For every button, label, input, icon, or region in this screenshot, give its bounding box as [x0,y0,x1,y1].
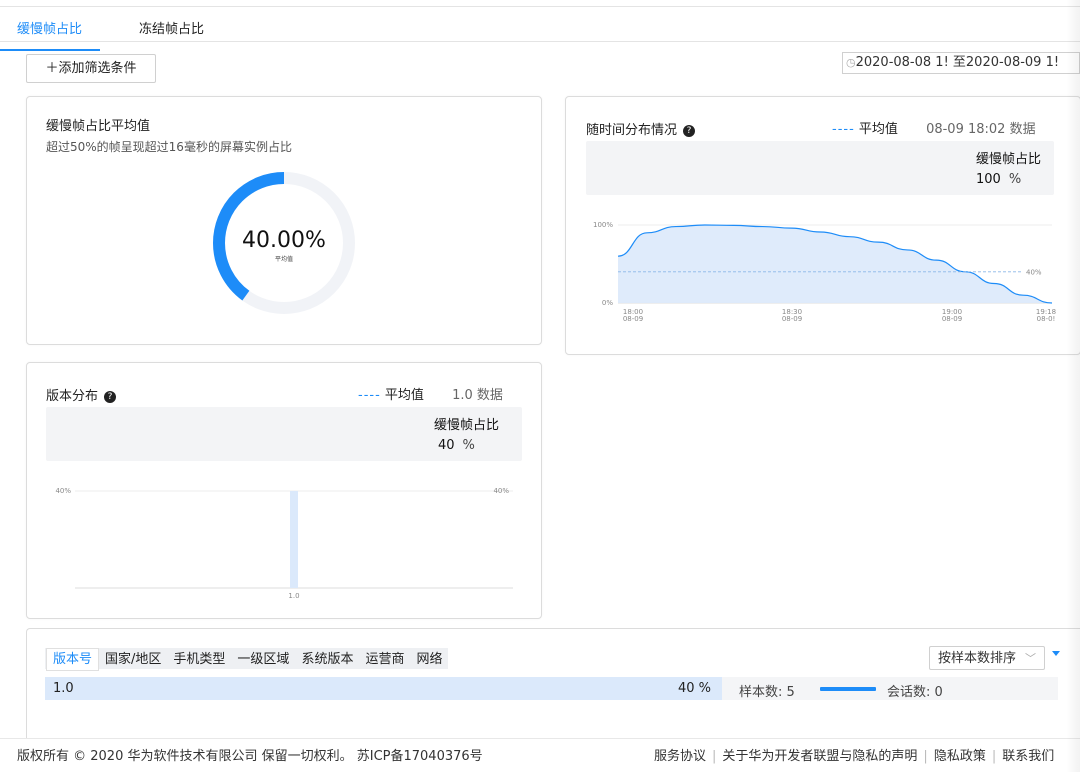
active-tab-indicator [0,49,100,51]
time-distribution-card: 随时间分布情况? ---- 平均值 08-09 18:02 数据 缓慢帧占比 1… [565,96,1080,355]
tooltip-value-unit: % [462,438,475,453]
help-icon[interactable]: ? [683,125,696,137]
dimension-tab[interactable]: 网络 [410,649,448,670]
y-tick-label: 100% [593,221,613,229]
metric-tabs: 缓慢帧占比 冻结帧占比 [0,10,1080,51]
average-dash-icon: ---- [832,122,855,137]
sort-selected-text: 按样本数排序 [938,651,1017,666]
date-range-picker[interactable]: ◷2020-08-08 1! 至2020-08-09 1! [842,52,1080,74]
scroll-edge [1066,0,1080,772]
dimension-tabs: 版本号 国家/地区 手机类型 一级区域 系统版本 运营商 网络 [45,648,449,671]
y-tick-label: 0% [602,299,613,307]
footer-link-terms[interactable]: 服务协议 [654,749,706,764]
chevron-down-icon: ﹀ [1025,652,1036,665]
sort-direction-icon[interactable] [1052,651,1060,656]
dimension-tab[interactable]: 国家/地区 [99,649,167,670]
version-card-title-text: 版本分布 [46,389,99,404]
average-card: 缓慢帧占比平均值 超过50%的帧呈现超过16毫秒的屏幕实例占比 40.00% 平… [26,96,542,345]
dimension-tab[interactable]: 版本号 [46,648,100,671]
version-tooltip-box: 缓慢帧占比 40% [46,407,522,461]
row-samples: 样本数: 5 [739,685,795,700]
x-tick-date: 08-0! [1037,315,1056,323]
footer-link-privacy-policy[interactable]: 隐私政策 [934,749,986,764]
version-bar-chart: 40% 40% 1.0 [55,487,513,600]
legend-average-label: 平均值 [858,122,898,137]
footer-copyright: 版权所有 © 2020 华为软件技术有限公司 保留一切权利。 苏ICP备1704… [17,749,483,764]
row-percent: 40 % [678,681,712,696]
version-card-meta: 1.0 数据 [452,388,503,403]
dimension-tab[interactable]: 一级区域 [231,649,295,670]
tooltip-metric-label: 缓慢帧占比 [976,152,1042,167]
average-card-subtitle: 超过50%的帧呈现超过16毫秒的屏幕实例占比 [46,140,292,154]
legend-average-label: 平均值 [384,388,424,403]
tab-slow-frames[interactable]: 缓慢帧占比 [17,18,82,37]
x-tick-label: 1.0 [288,592,299,600]
session-indicator-bar [820,687,876,691]
gauge-label: 平均值 [275,255,293,263]
average-card-title: 缓慢帧占比平均值 [46,119,151,134]
x-tick-date: 08-09 [782,315,802,323]
time-card-title-text: 随时间分布情况 [586,123,678,138]
tooltip-value-number: 40 [438,438,455,453]
y-tick-label: 40% [55,487,71,495]
table-row[interactable] [45,677,722,700]
version-legend: ---- 平均值 1.0 数据 [358,384,503,403]
tooltip-metric-value: 40% [438,438,475,453]
footer-links: 服务协议 | 关于华为开发者联盟与隐私的声明 | 隐私政策 | 联系我们 [654,749,1055,764]
time-card-title: 随时间分布情况? [586,119,696,138]
dimension-tab[interactable]: 手机类型 [167,649,231,670]
average-label: 40% [1026,268,1042,276]
x-tick-date: 08-09 [942,315,962,323]
help-icon[interactable]: ? [104,391,117,403]
row-version-name: 1.0 [53,681,74,696]
version-card-title: 版本分布? [46,385,117,404]
tooltip-value-unit: % [1008,172,1022,187]
date-range-text: 2020-08-08 1! 至2020-08-09 1! [855,55,1060,70]
dimension-tab[interactable]: 系统版本 [295,649,359,670]
add-filter-button[interactable]: ＋添加筛选条件 [26,54,156,83]
row-sessions: 会话数: 0 [887,685,943,700]
page-footer: 版权所有 © 2020 华为软件技术有限公司 保留一切权利。 苏ICP备1704… [0,738,1080,773]
time-legend: ---- 平均值 08-09 18:02 数据 [832,118,1036,137]
bar [290,491,298,588]
footer-link-privacy-statement[interactable]: 关于华为开发者联盟与隐私的声明 [722,749,917,764]
average-gauge: 40.00% 平均值 [213,172,355,314]
tooltip-metric-value: 100% [976,172,1021,187]
top-border [0,0,1080,7]
sort-select[interactable]: 按样本数排序 ﹀ [929,646,1045,670]
tooltip-metric-label: 缓慢帧占比 [434,418,500,433]
tab-frozen-frames[interactable]: 冻结帧占比 [139,18,204,37]
gauge-value: 40.00% [242,228,326,253]
tooltip-value-number: 100 [976,172,1001,187]
x-tick-date: 08-09 [623,315,643,323]
average-dash-icon: ---- [358,388,381,403]
clock-icon: ◷ [846,56,856,69]
time-tooltip-box: 缓慢帧占比 100% [586,141,1054,195]
area-fill [618,225,1052,303]
y-tick-label-right: 40% [493,487,509,495]
time-area-chart: 100%0%40%18:0008-0918:3008-0919:0008-091… [593,221,1056,323]
footer-link-contact[interactable]: 联系我们 [1002,749,1054,764]
time-card-meta: 08-09 18:02 数据 [926,122,1036,137]
version-distribution-card: 版本分布? ---- 平均值 1.0 数据 缓慢帧占比 40% 40% 40% 1.… [26,362,542,619]
dimension-tab[interactable]: 运营商 [359,649,410,670]
